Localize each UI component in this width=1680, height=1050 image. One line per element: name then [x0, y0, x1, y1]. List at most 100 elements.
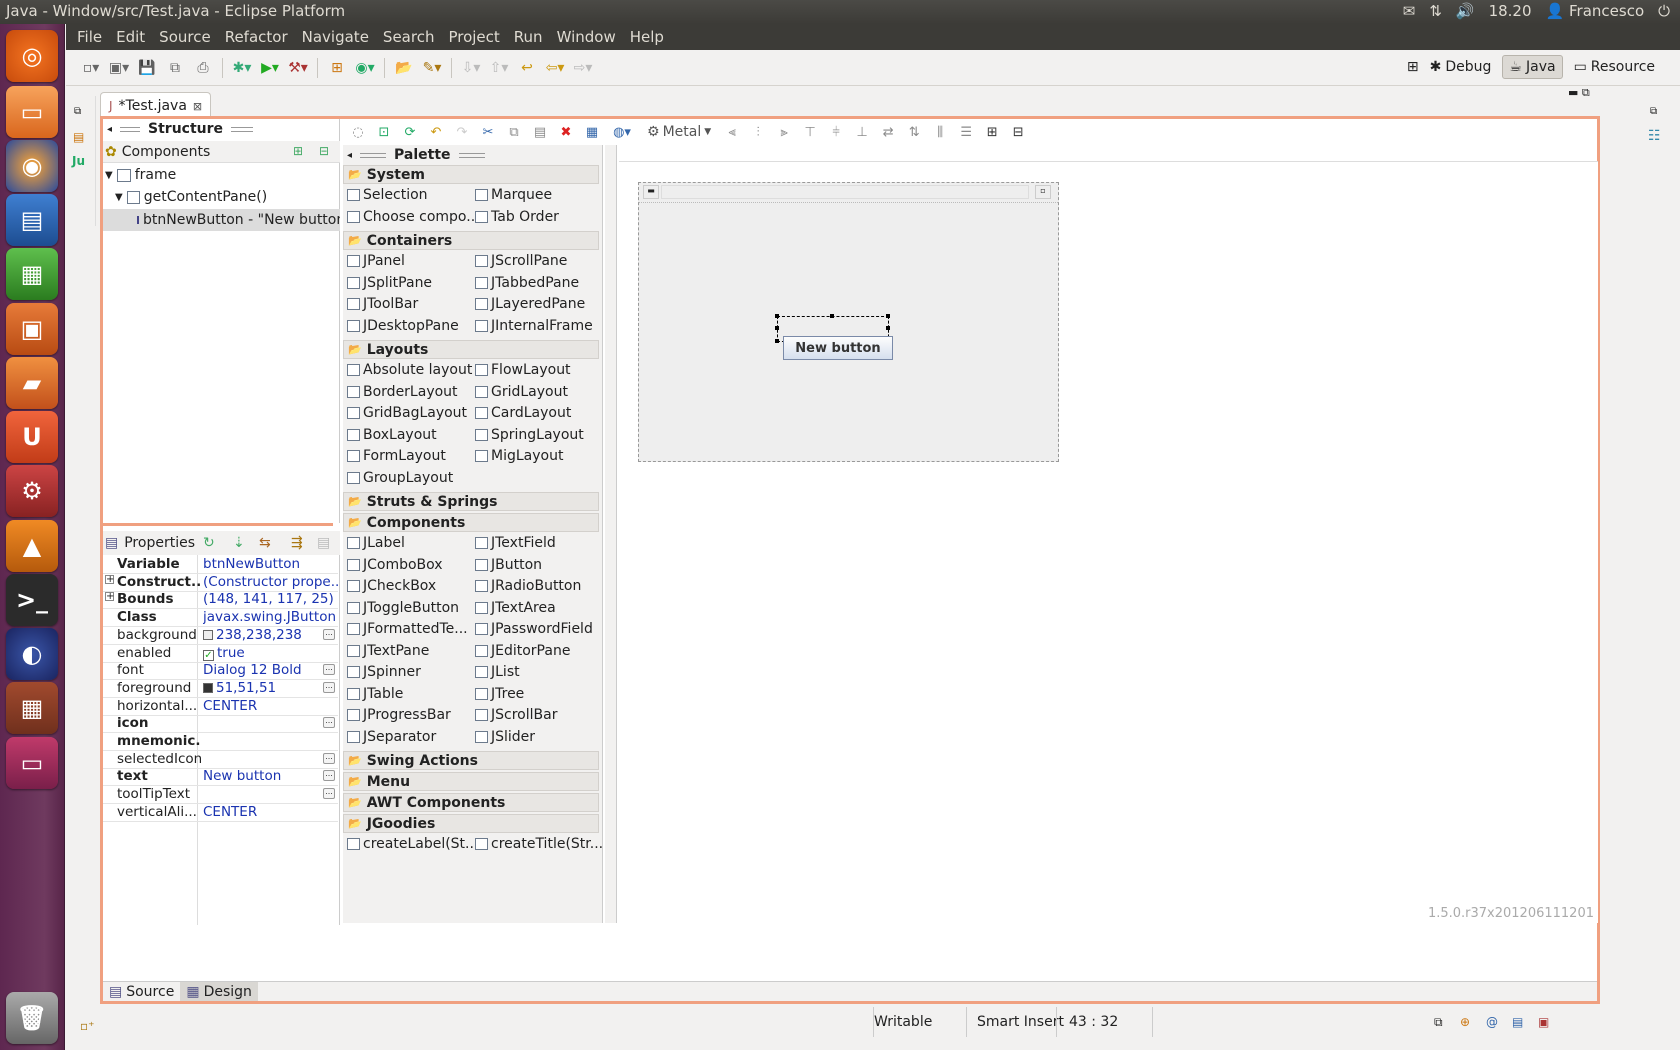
property-row[interactable]: + Construct... (Constructor prope... [103, 573, 338, 592]
property-row[interactable]: verticalAli... CENTER [103, 803, 338, 822]
palette-item[interactable]: JInternalFrame [475, 318, 593, 334]
redo-icon[interactable]: ↷ [451, 121, 473, 143]
align-center-icon[interactable]: ⫶ [747, 121, 769, 143]
perspective-debug[interactable]: ✱ Debug [1423, 55, 1499, 79]
palette-item[interactable]: JComboBox [347, 557, 443, 573]
palette-item[interactable]: MigLayout [475, 448, 563, 464]
palette-item[interactable]: JFormattedTe... [347, 621, 468, 637]
edit-dialog-button[interactable]: ... [323, 788, 335, 800]
writer-icon[interactable]: ▤ [6, 194, 58, 246]
menu-help[interactable]: Help [623, 28, 671, 46]
eclipse-icon[interactable]: ◐ [6, 628, 58, 680]
expand-all-icon[interactable]: ⊞ [293, 144, 303, 158]
property-value[interactable]: CENTER [203, 698, 338, 714]
expand-icon[interactable]: + [105, 592, 114, 602]
center-horizontal-icon[interactable]: ⊞ [981, 121, 1003, 143]
property-row[interactable]: Variable btnNewButton [103, 555, 338, 574]
drag-handle[interactable] [458, 152, 485, 158]
property-value[interactable]: 51,51,51 [203, 680, 338, 696]
property-row[interactable]: toolTipText... [103, 785, 338, 805]
tree-item-frame[interactable]: ▼ frame [105, 167, 176, 183]
edit-dialog-button[interactable]: ... [323, 681, 335, 693]
goto-definition-icon[interactable]: ⇣ [233, 535, 245, 551]
edit-dialog-button[interactable]: ... [323, 664, 335, 676]
center-vertical-icon[interactable]: ⊟ [1007, 121, 1029, 143]
edit-dialog-button[interactable]: ... [323, 717, 335, 729]
calc-icon[interactable]: ▦ [6, 248, 58, 300]
property-row[interactable]: + Bounds (148, 141, 117, 25) [103, 590, 338, 610]
palette-item[interactable]: JEditorPane [475, 643, 570, 659]
palette-item[interactable]: JRadioButton [475, 578, 581, 594]
palette-item[interactable]: JToggleButton [347, 600, 459, 616]
align-middle-icon[interactable]: ⫩ [825, 121, 847, 143]
panel-sash[interactable] [103, 523, 333, 526]
align-bottom-icon[interactable]: ⊥ [851, 121, 873, 143]
align-left-icon[interactable]: ⫷ [721, 121, 743, 143]
tab-design[interactable]: ▦ Design [180, 982, 258, 1001]
outline-icon[interactable]: ☷ [1648, 128, 1661, 144]
palette-item[interactable]: CardLayout [475, 405, 571, 421]
next-annotation-icon[interactable]: ⇩▾ [460, 57, 482, 79]
menu-refactor[interactable]: Refactor [218, 28, 295, 46]
palette-category-containers[interactable]: 📂 Containers [343, 231, 599, 250]
property-value[interactable]: (148, 141, 117, 25) [203, 591, 338, 607]
vlc-icon[interactable]: ▲ [6, 520, 58, 572]
firefox-icon[interactable]: ◉ [6, 140, 58, 192]
palette-item[interactable]: Choose compo... [347, 209, 480, 225]
frame-close-icon[interactable]: ▫ [1035, 185, 1051, 199]
palette-item[interactable]: JDesktopPane [347, 318, 459, 334]
palette-category-jgoodies[interactable]: 📂 JGoodies [343, 814, 599, 833]
search-icon[interactable]: ✎▾ [421, 57, 443, 79]
drag-handle[interactable] [231, 126, 254, 132]
tree-expand-icon[interactable]: ▼ [115, 192, 123, 203]
problems-icon[interactable]: ▤ [1512, 1015, 1523, 1029]
impress-icon[interactable]: ▣ [6, 303, 58, 355]
console-icon[interactable]: ▣ [1538, 1015, 1549, 1029]
selection-handle[interactable] [775, 339, 779, 343]
clock[interactable]: 18.20 [1489, 2, 1532, 20]
open-type-icon[interactable]: 📂 [393, 57, 415, 79]
menu-run[interactable]: Run [507, 28, 550, 46]
new-package-icon[interactable]: ▣▾ [108, 57, 130, 79]
palette-item[interactable]: JSeparator [347, 729, 436, 745]
palette-item[interactable]: JLayeredPane [475, 296, 585, 312]
new-button-preview[interactable]: New button [783, 336, 893, 360]
palette-item[interactable]: JSlider [475, 729, 535, 745]
terminal-icon[interactable]: >_ [6, 574, 58, 626]
align-right-icon[interactable]: ⫸ [773, 121, 795, 143]
save-all-icon[interactable]: ⧉ [164, 57, 186, 79]
print-icon[interactable]: ⎙ [192, 57, 214, 79]
package-explorer-icon[interactable]: ▤ [73, 130, 84, 144]
align-top-icon[interactable]: ⊤ [799, 121, 821, 143]
drag-handle[interactable] [120, 126, 141, 132]
files-icon[interactable]: ▭ [6, 86, 58, 138]
space-horizontal-icon[interactable]: ⇄ [877, 121, 899, 143]
palette-item[interactable]: Selection [347, 187, 428, 203]
palette-item[interactable]: Marquee [475, 187, 552, 203]
distribute-horizontal-icon[interactable]: ⫼ [929, 121, 951, 143]
edit-dialog-button[interactable]: ... [323, 770, 335, 782]
palette-item[interactable]: Absolute layout [347, 362, 472, 378]
property-row[interactable]: foreground 51,51,51... [103, 679, 338, 698]
external-tools-icon[interactable]: ⚒▾ [287, 57, 309, 79]
palette-category-struts[interactable]: 📂 Struts & Springs [343, 492, 599, 511]
collapse-left-icon[interactable]: ◂ [107, 124, 112, 135]
palette-item[interactable]: JPanel [347, 253, 405, 269]
reparse-icon[interactable]: ⟳ [399, 121, 421, 143]
mail-icon[interactable]: ✉ [1403, 2, 1416, 20]
new-icon[interactable]: ▫▾ [80, 57, 102, 79]
property-value[interactable]: (Constructor prope... [203, 574, 338, 590]
image-viewer-icon[interactable]: ▭ [6, 737, 58, 789]
selection-handle[interactable] [886, 326, 890, 330]
save-icon[interactable]: 💾 [136, 57, 158, 79]
palette-item[interactable]: JProgressBar [347, 707, 451, 723]
tree-expand-icon[interactable]: ▼ [105, 170, 113, 181]
restore-icon[interactable]: ⧉ [1650, 106, 1657, 117]
run-icon[interactable]: ▶▾ [259, 57, 281, 79]
property-row[interactable]: horizontal... CENTER [103, 697, 338, 716]
palette-item[interactable]: BoxLayout [347, 427, 437, 443]
selection-handle[interactable] [830, 314, 834, 318]
perspective-resource[interactable]: ▭ Resource [1567, 55, 1662, 79]
palette-category-layouts[interactable]: 📂 Layouts [343, 340, 599, 359]
property-value[interactable]: 238,238,238 [203, 627, 338, 643]
